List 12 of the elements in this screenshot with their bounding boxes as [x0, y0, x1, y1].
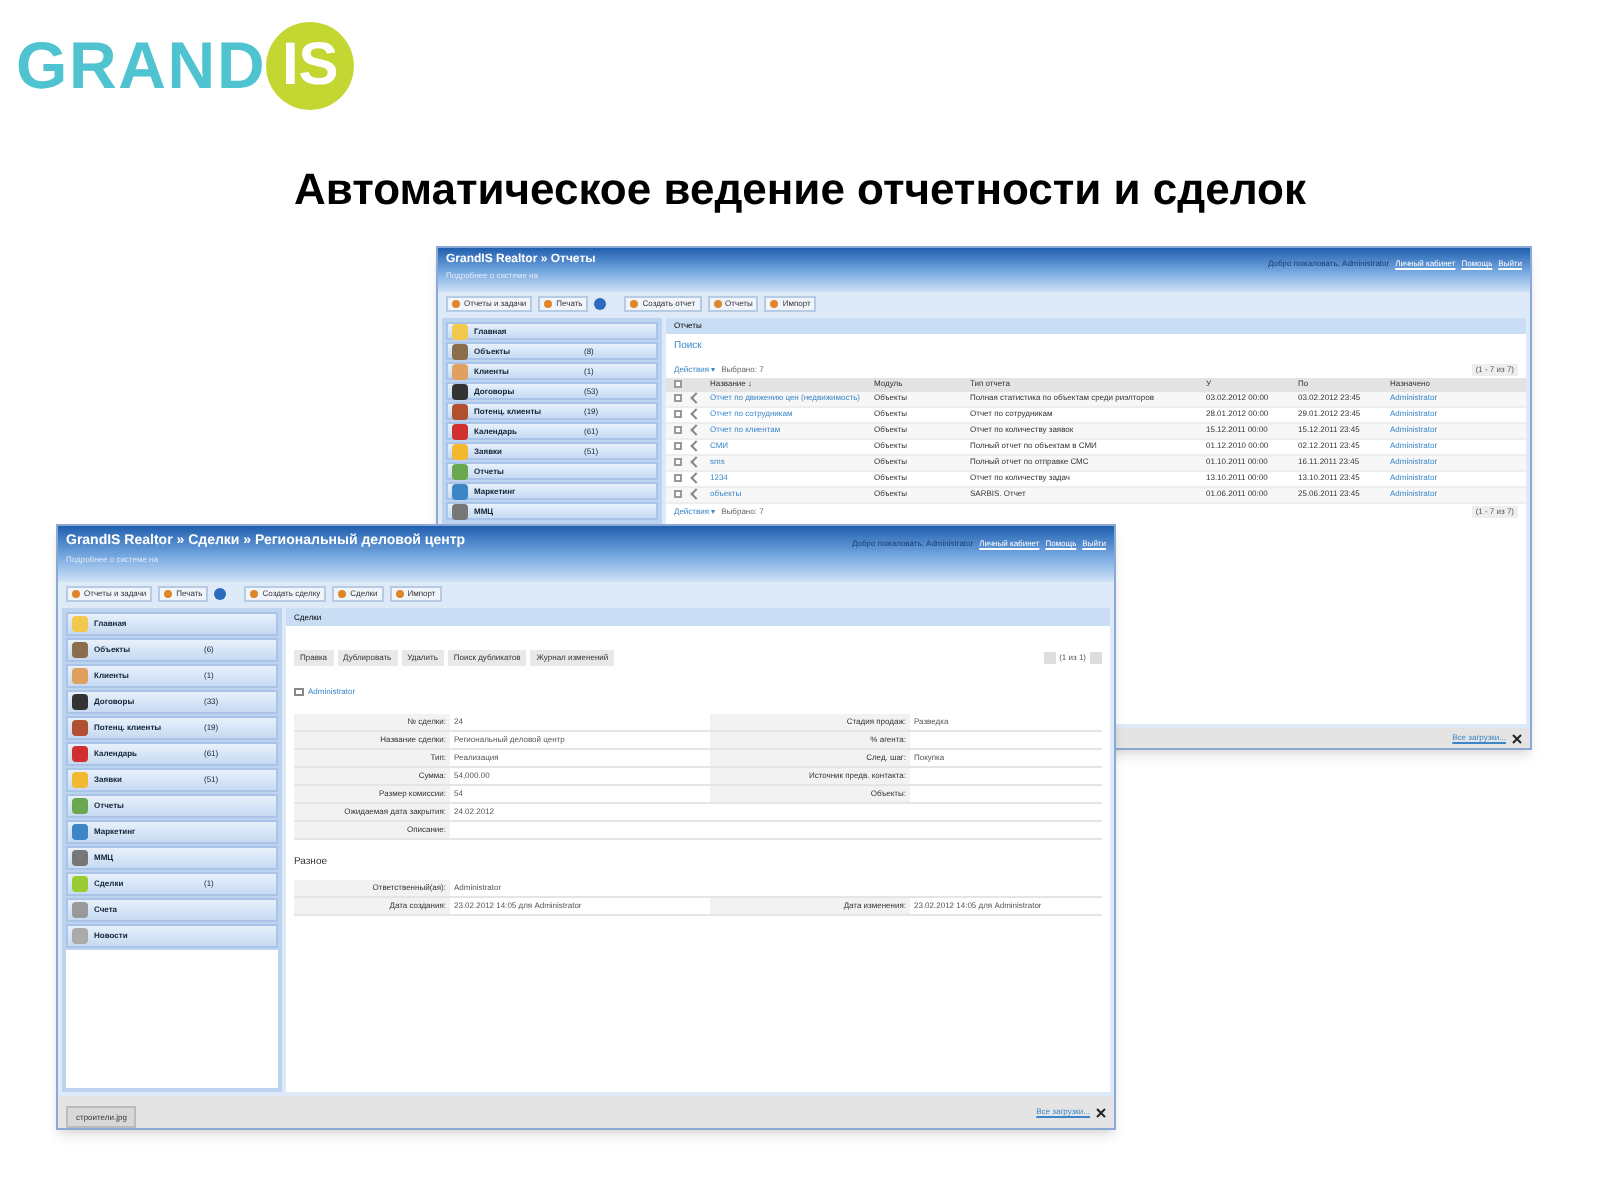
checkbox[interactable] [674, 410, 682, 418]
checkbox[interactable] [674, 394, 682, 402]
checkbox[interactable] [674, 458, 682, 466]
checkbox[interactable] [674, 474, 682, 482]
close-icon[interactable] [1096, 1107, 1106, 1117]
checkbox[interactable] [674, 426, 682, 434]
checkbox[interactable] [674, 380, 682, 388]
close-icon[interactable] [1512, 733, 1522, 743]
logo: GRAND IS [16, 16, 355, 115]
slide-title: Автоматическое ведение отчетности и сделок [293, 162, 1306, 218]
checkbox[interactable] [674, 490, 682, 498]
checkbox[interactable] [674, 442, 682, 450]
